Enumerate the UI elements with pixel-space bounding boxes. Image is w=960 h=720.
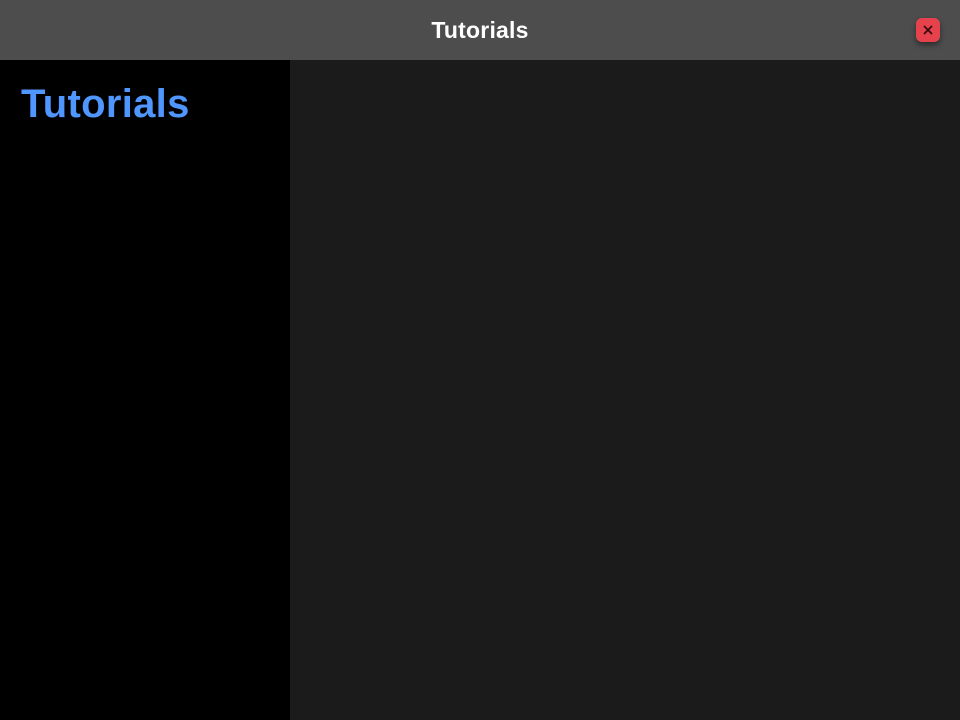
close-button[interactable]: [916, 18, 940, 42]
title-bar: Tutorials: [0, 0, 960, 60]
tutorials-window: Tutorials Tutorials: [0, 0, 960, 720]
sidebar-heading: Tutorials: [21, 82, 190, 126]
sidebar: Tutorials: [0, 60, 290, 720]
main-content-area: [290, 60, 960, 720]
close-icon: [923, 25, 933, 35]
window-title: Tutorials: [431, 17, 529, 43]
